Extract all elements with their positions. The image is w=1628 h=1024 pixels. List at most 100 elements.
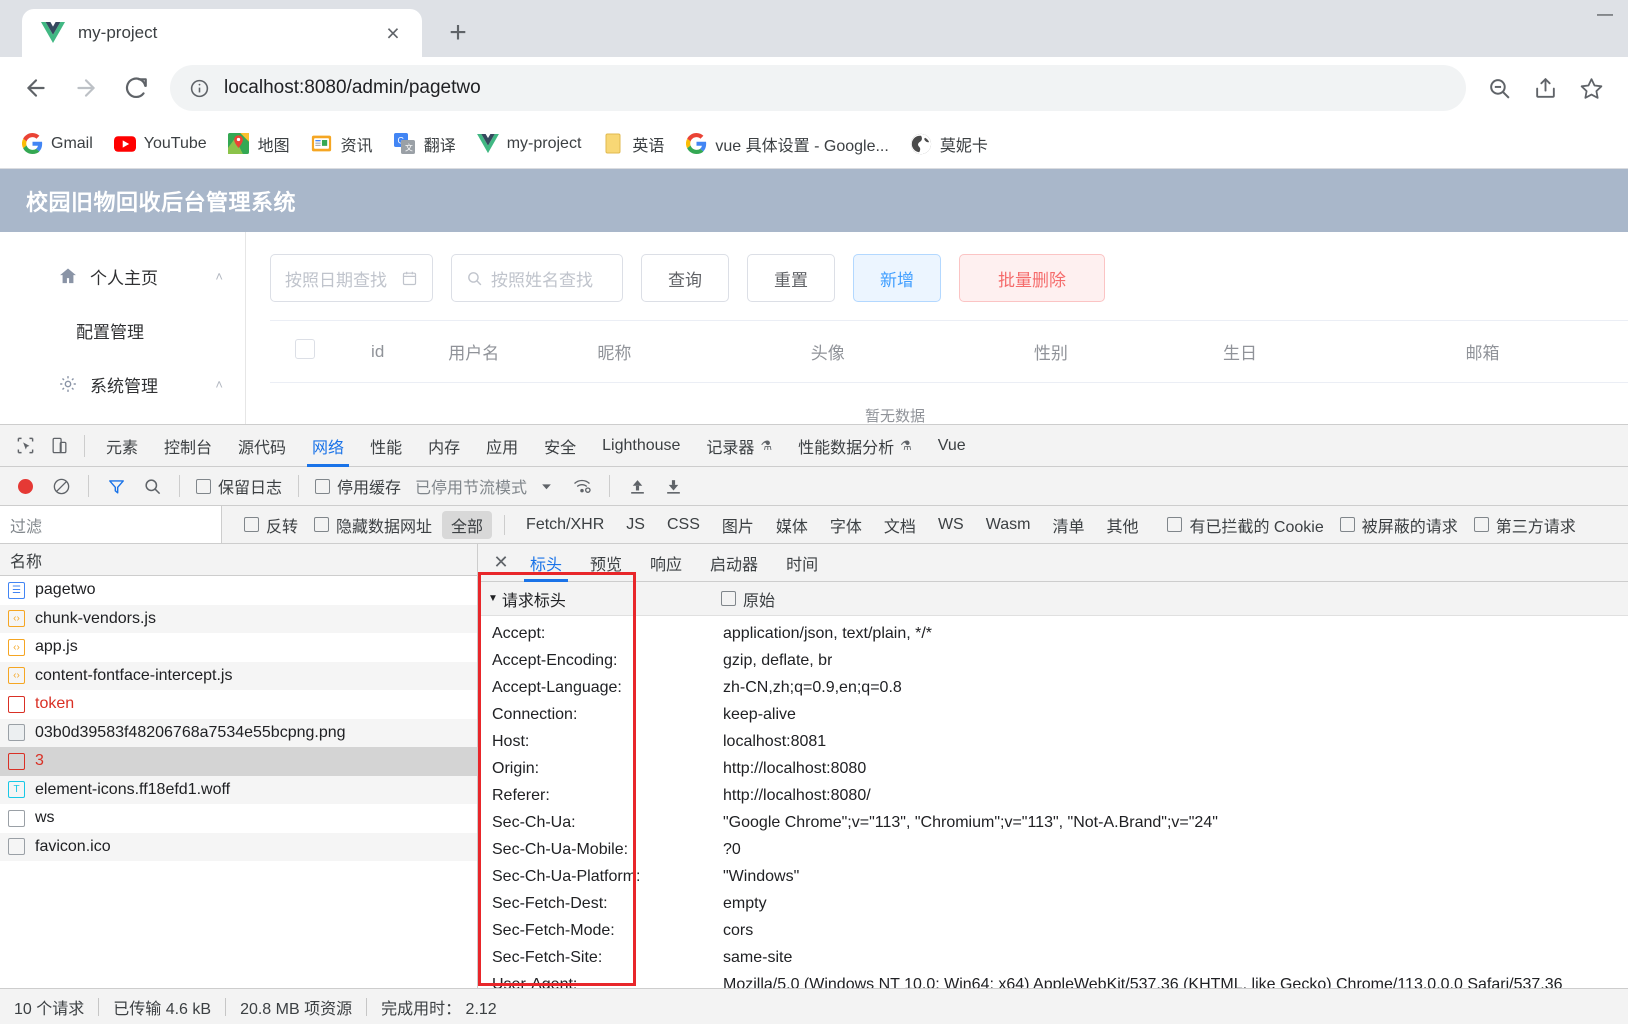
chevron-up-icon: ˄ (215, 268, 223, 284)
zoom-out-icon[interactable] (1476, 65, 1522, 111)
tab-performance-insights[interactable]: 性能数据分析 ⚗ (785, 425, 925, 467)
hide-data-urls-label: 隐藏数据网址 (336, 518, 433, 536)
type-filter-all[interactable]: 全部 (442, 510, 493, 539)
request-headers-section[interactable]: ▼ 请求标头 原始 (478, 582, 1628, 616)
invert-checkbox[interactable]: 反转 (238, 513, 304, 537)
type-filter-ws[interactable]: WS (929, 514, 973, 536)
search-icon[interactable] (135, 469, 169, 503)
bookmark-star-icon[interactable] (1568, 65, 1614, 111)
inspect-element-icon[interactable] (8, 429, 42, 463)
tab-security[interactable]: 安全 (531, 425, 589, 467)
header-value: application/json, text/plain, */* (723, 624, 933, 642)
forward-arrow-icon[interactable] (64, 66, 108, 110)
record-icon[interactable] (8, 469, 42, 503)
date-search-input[interactable]: 按照日期查找 (270, 254, 433, 302)
type-filter-css[interactable]: CSS (658, 514, 709, 536)
new-tab-button[interactable]: + (436, 11, 480, 55)
type-filter-media[interactable]: 媒体 (767, 511, 817, 539)
detail-tab-initiator[interactable]: 启动器 (696, 544, 772, 582)
clear-icon[interactable] (44, 469, 78, 503)
bookmark-news[interactable]: 资讯 (302, 126, 382, 162)
sidebar-item-home[interactable]: 个人主页 ˄ (0, 248, 245, 304)
wifi-settings-icon[interactable] (565, 469, 599, 503)
tab-vue[interactable]: Vue (925, 425, 979, 467)
type-filter-fetch-xhr[interactable]: Fetch/XHR (517, 514, 613, 536)
tab-recorder[interactable]: 记录器 ⚗ (693, 425, 785, 467)
select-all-checkbox[interactable] (270, 339, 340, 364)
tab-console[interactable]: 控制台 (151, 425, 225, 467)
bookmark-folder-english[interactable]: 英语 (593, 126, 673, 162)
throttling-label[interactable]: 已停用节流模式 (415, 474, 527, 498)
batch-delete-button[interactable]: 批量删除 (959, 254, 1105, 302)
tab-application[interactable]: 应用 (473, 425, 531, 467)
request-row-app-js[interactable]: ‹› app.js (0, 633, 477, 662)
hide-data-urls-checkbox[interactable]: 隐藏数据网址 (308, 513, 438, 537)
tab-memory[interactable]: 内存 (415, 425, 473, 467)
request-row-pagetwo[interactable]: ☰ pagetwo (0, 576, 477, 605)
divider (298, 475, 300, 497)
youtube-icon (113, 133, 136, 155)
request-row-image-png[interactable]: 03b0d39583f48206768a7534e55bcpng.png (0, 718, 477, 747)
back-arrow-icon[interactable] (14, 66, 58, 110)
bookmark-monica[interactable]: 莫妮卡 (901, 126, 997, 162)
type-filter-wasm[interactable]: Wasm (977, 514, 1040, 536)
bookmark-my-project[interactable]: my-project (468, 126, 591, 162)
chevron-down-icon[interactable] (529, 469, 563, 503)
bookmark-translate[interactable]: G文 翻译 (385, 126, 465, 162)
bookmark-youtube[interactable]: YouTube (105, 126, 216, 162)
flask-icon: ⚗ (760, 437, 773, 453)
request-row-element-icons-woff[interactable]: T element-icons.ff18efd1.woff (0, 775, 477, 804)
name-search-input[interactable]: 按照姓名查找 (451, 254, 623, 302)
tab-performance[interactable]: 性能 (357, 425, 415, 467)
sidebar-item-config[interactable]: 配置管理 (0, 304, 245, 356)
upload-arrow-icon[interactable] (620, 469, 654, 503)
bookmark-maps[interactable]: 地图 (219, 126, 299, 162)
share-icon[interactable] (1522, 65, 1568, 111)
type-filter-js[interactable]: JS (617, 514, 654, 536)
reload-icon[interactable] (114, 66, 158, 110)
tab-network[interactable]: 网络 (299, 425, 357, 467)
preserve-log-checkbox[interactable]: 保留日志 (190, 474, 288, 498)
blocked-requests-checkbox[interactable]: 被屏蔽的请求 (1334, 513, 1464, 537)
disable-cache-checkbox[interactable]: 停用缓存 (309, 474, 407, 498)
close-icon[interactable]: ✕ (486, 548, 516, 578)
detail-tab-preview[interactable]: 预览 (576, 544, 636, 582)
type-filter-other[interactable]: 其他 (1097, 511, 1147, 539)
request-row-ws[interactable]: ws (0, 804, 477, 833)
type-filter-doc[interactable]: 文档 (875, 511, 925, 539)
add-button[interactable]: 新增 (853, 254, 941, 302)
detail-tab-headers[interactable]: 标头 (516, 544, 576, 582)
browser-tab[interactable]: my-project × (22, 9, 422, 57)
type-filter-font[interactable]: 字体 (821, 511, 871, 539)
filter-funnel-icon[interactable] (99, 469, 133, 503)
close-icon[interactable]: × (378, 18, 408, 48)
request-row-content-fontface-intercept[interactable]: ‹› content-fontface-intercept.js (0, 661, 477, 690)
request-row-3[interactable]: 3 (0, 747, 477, 776)
window-controls[interactable]: ― (1582, 0, 1628, 30)
sidebar-item-system[interactable]: 系统管理 ˄ (0, 356, 245, 412)
request-row-token[interactable]: token (0, 690, 477, 719)
info-circle-icon[interactable] (186, 75, 212, 101)
type-filter-manifest[interactable]: 清单 (1043, 511, 1093, 539)
header-value: cors (723, 921, 754, 939)
blocked-cookies-checkbox[interactable]: 有已拦截的 Cookie (1161, 513, 1329, 537)
type-filter-img[interactable]: 图片 (713, 511, 763, 539)
bookmark-vue-settings[interactable]: vue 具体设置 - Google... (676, 126, 897, 162)
bookmark-gmail[interactable]: Gmail (12, 126, 102, 162)
raw-checkbox[interactable]: 原始 (721, 587, 775, 611)
reset-button[interactable]: 重置 (747, 254, 835, 302)
filter-input[interactable]: 过滤 (0, 506, 222, 543)
download-arrow-icon[interactable] (656, 469, 690, 503)
request-row-favicon[interactable]: favicon.ico (0, 832, 477, 861)
third-party-checkbox[interactable]: 第三方请求 (1468, 513, 1582, 537)
query-button[interactable]: 查询 (641, 254, 729, 302)
tab-elements[interactable]: 元素 (93, 425, 151, 467)
tab-lighthouse[interactable]: Lighthouse (589, 425, 693, 467)
detail-tab-timing[interactable]: 时间 (772, 544, 832, 582)
tab-sources[interactable]: 源代码 (225, 425, 299, 467)
address-bar[interactable]: localhost:8080/admin/pagetwo (170, 65, 1466, 111)
calendar-icon (401, 270, 418, 287)
device-toolbar-icon[interactable] (42, 429, 76, 463)
request-row-chunk-vendors[interactable]: ‹› chunk-vendors.js (0, 604, 477, 633)
detail-tab-response[interactable]: 响应 (636, 544, 696, 582)
